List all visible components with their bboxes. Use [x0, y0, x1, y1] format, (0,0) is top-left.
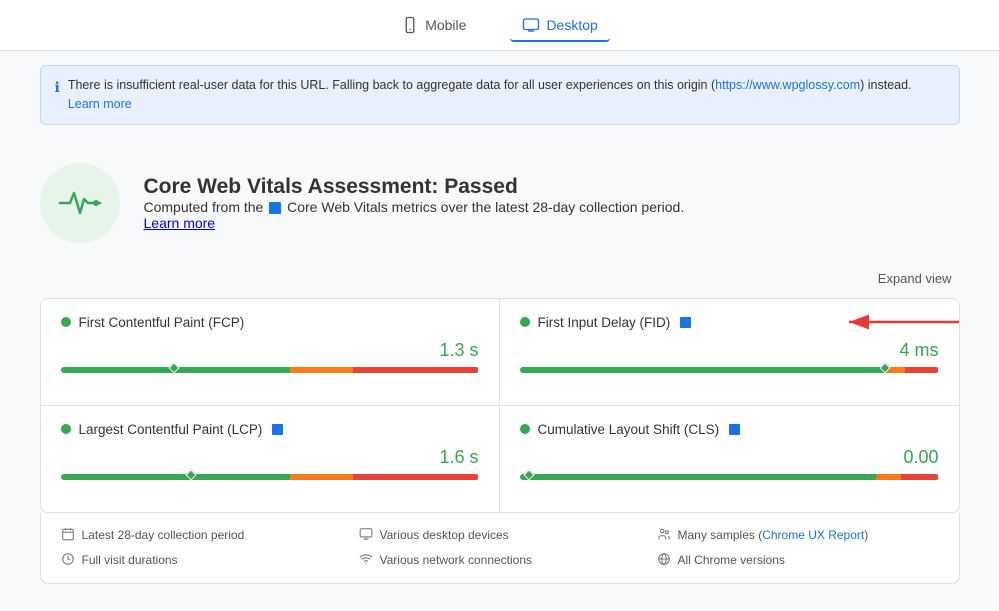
red-arrow-annotation	[839, 307, 960, 337]
progress-bar-cls	[520, 474, 939, 480]
assessment-section: Core Web Vitals Assessment: Passed Compu…	[40, 139, 960, 263]
metric-card-cls: Cumulative Layout Shift (CLS) 0.00	[500, 406, 959, 512]
marker-fcp	[169, 362, 180, 373]
footer-item-collection-period: Latest 28-day collection period	[61, 527, 343, 544]
people-icon	[657, 527, 671, 544]
metric-card-lcp: Largest Contentful Paint (LCP) 1.6 s	[41, 406, 500, 512]
mobile-icon	[401, 16, 419, 34]
metric-value-lcp: 1.6 s	[61, 447, 479, 468]
fid-badge-icon	[680, 317, 691, 328]
assessment-description: Computed from the Core Web Vitals metric…	[144, 199, 685, 215]
cls-badge-icon	[729, 424, 740, 435]
metric-title-fid: First Input Delay (FID)	[538, 315, 671, 330]
globe-icon	[657, 552, 671, 569]
footer-item-network: Various network connections	[359, 552, 641, 569]
tab-desktop-label: Desktop	[546, 17, 597, 33]
metric-value-fid: 4 ms	[520, 340, 939, 361]
metric-value-cls: 0.00	[520, 447, 939, 468]
progress-bar-lcp	[61, 474, 479, 480]
clock-icon	[61, 552, 75, 569]
metric-card-fcp: First Contentful Paint (FCP) 1.3 s	[41, 299, 500, 406]
assessment-learn-more-link[interactable]: Learn more	[144, 215, 216, 231]
metric-header-lcp: Largest Contentful Paint (LCP)	[61, 422, 479, 437]
metric-card-fid: First Input Delay (FID) 4 ms	[500, 299, 959, 406]
banner-text: There is insufficient real-user data for…	[68, 76, 945, 114]
metrics-grid: First Contentful Paint (FCP) 1.3 s First…	[40, 298, 960, 513]
tab-desktop[interactable]: Desktop	[510, 10, 609, 42]
tab-mobile[interactable]: Mobile	[389, 10, 478, 42]
metric-header-fcp: First Contentful Paint (FCP)	[61, 315, 479, 330]
progress-bar-fcp	[61, 367, 479, 373]
metric-value-fcp: 1.3 s	[61, 340, 479, 361]
metric-title-fcp: First Contentful Paint (FCP)	[79, 315, 245, 330]
banner-learn-more-link[interactable]: Learn more	[68, 97, 132, 111]
tabs-bar: Mobile Desktop	[0, 0, 999, 51]
lcp-badge-icon	[272, 424, 283, 435]
metrics-footer: Latest 28-day collection period Various …	[40, 513, 960, 584]
footer-samples-text: Many samples (Chrome UX Report)	[678, 528, 869, 542]
info-banner: ℹ There is insufficient real-user data f…	[40, 65, 960, 125]
banner-origin-link[interactable]: https://www.wpglossy.com	[715, 78, 860, 92]
footer-network-text: Various network connections	[380, 553, 533, 567]
metric-dot-lcp	[61, 424, 71, 434]
marker-cls	[523, 469, 534, 480]
footer-visit-duration-text: Full visit durations	[82, 553, 178, 567]
footer-collection-period-text: Latest 28-day collection period	[82, 528, 245, 542]
assessment-text: Core Web Vitals Assessment: Passed Compu…	[144, 175, 685, 231]
metric-title-lcp: Largest Contentful Paint (LCP)	[79, 422, 263, 437]
footer-chrome-versions-text: All Chrome versions	[678, 553, 785, 567]
footer-item-devices: Various desktop devices	[359, 527, 641, 544]
metric-title-cls: Cumulative Layout Shift (CLS)	[538, 422, 720, 437]
expand-view-row: Expand view	[40, 263, 960, 298]
footer-devices-text: Various desktop devices	[380, 528, 509, 542]
metric-dot-fcp	[61, 317, 71, 327]
wifi-icon	[359, 552, 373, 569]
assessment-title: Core Web Vitals Assessment: Passed	[144, 175, 685, 199]
footer-item-samples: Many samples (Chrome UX Report)	[657, 527, 939, 544]
metric-header-fid: First Input Delay (FID)	[520, 315, 939, 330]
assessment-status: Passed	[444, 175, 518, 198]
metric-dot-fid	[520, 317, 530, 327]
metric-header-cls: Cumulative Layout Shift (CLS)	[520, 422, 939, 437]
monitor-icon	[359, 527, 373, 544]
cwv-badge-icon	[269, 202, 281, 214]
tab-mobile-label: Mobile	[425, 17, 466, 33]
metric-dot-cls	[520, 424, 530, 434]
footer-item-visit-duration: Full visit durations	[61, 552, 343, 569]
assessment-icon-wrap	[40, 163, 120, 243]
marker-lcp	[185, 469, 196, 480]
expand-view-button[interactable]: Expand view	[870, 267, 960, 290]
heartbeat-icon	[56, 179, 104, 227]
calendar-icon	[61, 527, 75, 544]
desktop-icon	[522, 16, 540, 34]
chrome-ux-report-link[interactable]: Chrome UX Report	[762, 528, 864, 542]
footer-item-chrome-versions: All Chrome versions	[657, 552, 939, 569]
progress-bar-fid	[520, 367, 939, 373]
marker-fid	[879, 362, 890, 373]
info-icon: ℹ	[55, 77, 60, 98]
